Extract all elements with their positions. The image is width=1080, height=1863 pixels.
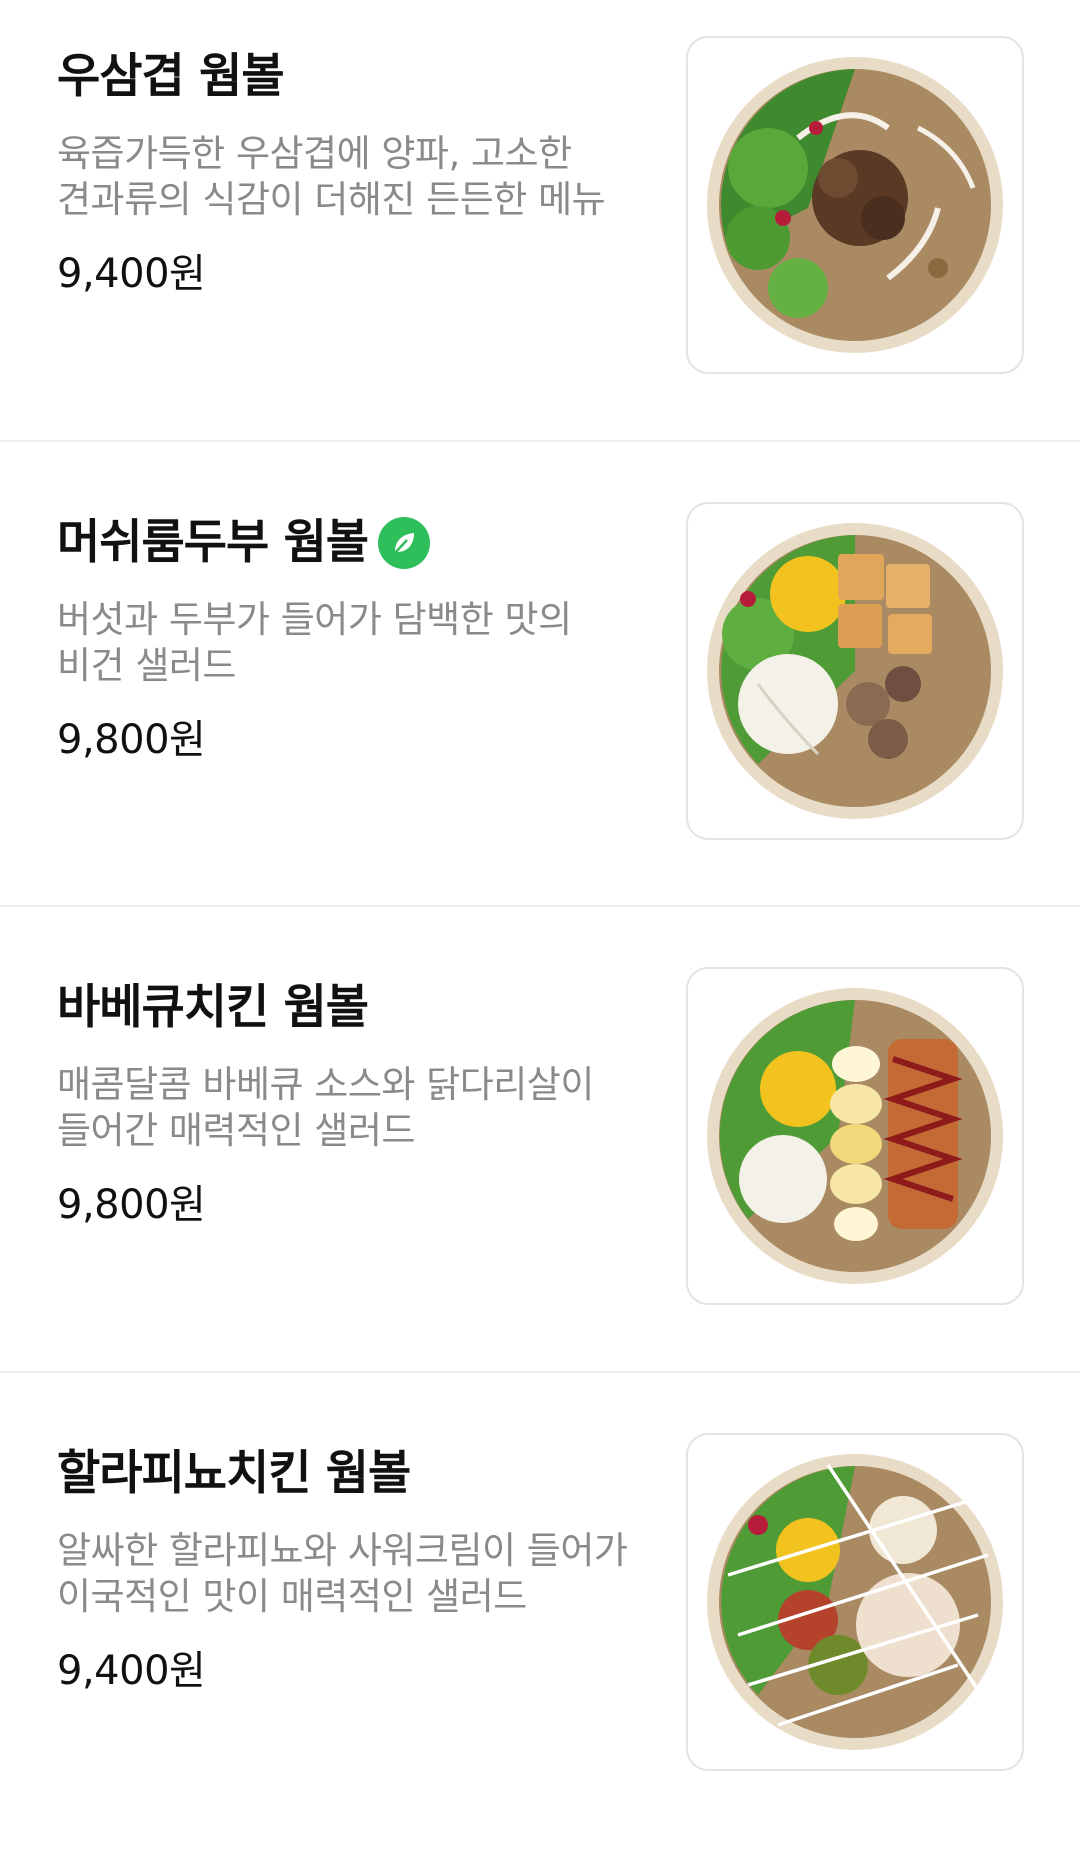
salad-bowl-mushroom-tofu-image[interactable] bbox=[686, 502, 1024, 840]
menu-item-price: 9,800원 bbox=[57, 1182, 206, 1228]
salad-bowl-jalapeno-chicken-image[interactable] bbox=[686, 1433, 1024, 1771]
menu-item-name: 할라피뇨치킨 웜볼 bbox=[57, 1446, 411, 1501]
divider bbox=[0, 1371, 1080, 1373]
menu-item-price: 9,400원 bbox=[57, 251, 206, 297]
menu-item-description: 알싸한 할라피뇨와 사워크림이 들어가 이국적인 맛이 매력적인 샐러드 bbox=[57, 1529, 628, 1618]
menu-item-description: 육즙가득한 우삼겹에 양파, 고소한 견과류의 식감이 더해진 든든한 메뉴 bbox=[57, 132, 606, 221]
menu-item-beef[interactable]: 우삼겹 웜볼 육즙가득한 우삼겹에 양파, 고소한 견과류의 식감이 더해진 든… bbox=[0, 0, 1080, 466]
menu-item-text: 우삼겹 웜볼 육즙가득한 우삼겹에 양파, 고소한 견과류의 식감이 더해진 든… bbox=[57, 45, 657, 299]
menu-item-text: 할라피뇨치킨 웜볼 알싸한 할라피뇨와 사워크림이 들어가 이국적인 맛이 매력… bbox=[57, 1442, 657, 1696]
menu-item-description: 버섯과 두부가 들어가 담백한 맛의 비건 샐러드 bbox=[57, 598, 572, 687]
menu-item-bbq-chicken[interactable]: 바베큐치킨 웜볼 매콤달콤 바베큐 소스와 닭다리살이 들어간 매력적인 샐러드… bbox=[0, 931, 1080, 1397]
menu-item-mushroom-tofu[interactable]: 머쉬룸두부 웜볼 버섯과 두부가 들어가 담백한 맛의 비건 샐러드 9,800… bbox=[0, 466, 1080, 932]
menu-item-name: 머쉬룸두부 웜볼 bbox=[57, 511, 657, 575]
leaf-icon bbox=[378, 517, 431, 569]
divider bbox=[0, 905, 1080, 907]
menu-list: 우삼겹 웜볼 육즙가득한 우삼겹에 양파, 고소한 견과류의 식감이 더해진 든… bbox=[0, 0, 1080, 1829]
menu-item-price: 9,800원 bbox=[57, 717, 206, 763]
menu-item-jalapeno-chicken[interactable]: 할라피뇨치킨 웜볼 알싸한 할라피뇨와 사워크림이 들어가 이국적인 맛이 매력… bbox=[0, 1397, 1080, 1863]
menu-item-text: 머쉬룸두부 웜볼 버섯과 두부가 들어가 담백한 맛의 비건 샐러드 9,800… bbox=[57, 511, 657, 765]
menu-item-name: 바베큐치킨 웜볼 bbox=[57, 980, 369, 1035]
menu-item-name: 우삼겹 웜볼 bbox=[57, 49, 285, 104]
salad-bowl-beef-image[interactable] bbox=[686, 36, 1024, 374]
menu-item-description: 매콤달콤 바베큐 소스와 닭다리살이 들어간 매력적인 샐러드 bbox=[57, 1063, 594, 1152]
divider bbox=[0, 440, 1080, 442]
menu-item-price: 9,400원 bbox=[57, 1648, 206, 1694]
menu-item-text: 바베큐치킨 웜볼 매콤달콤 바베큐 소스와 닭다리살이 들어간 매력적인 샐러드… bbox=[57, 976, 657, 1230]
salad-bowl-bbq-chicken-image[interactable] bbox=[686, 967, 1024, 1305]
